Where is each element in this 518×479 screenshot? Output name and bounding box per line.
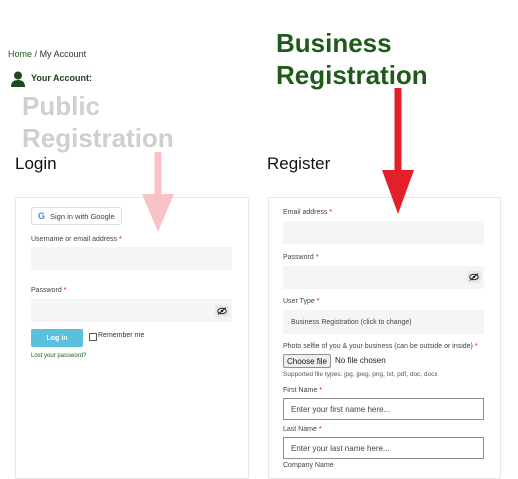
google-icon: G [38, 211, 46, 221]
business-annotation-line1: Business [276, 28, 392, 58]
username-input[interactable] [31, 247, 232, 270]
google-signin-label: Sign in with Google [50, 211, 115, 221]
required-mark: * [118, 236, 122, 243]
public-annotation-line1: Public [22, 91, 101, 121]
first-name-input[interactable]: Enter your first name here... [283, 398, 484, 420]
lost-password-link[interactable]: Lost your password? [31, 353, 86, 359]
last-name-label-text: Last Name [283, 426, 317, 433]
remember-me-label: Remember me [98, 332, 145, 339]
register-password-label-text: Password [283, 254, 314, 261]
photo-label: Photo selfie of you & your business (can… [283, 343, 478, 350]
account-label: Your Account: [31, 73, 92, 83]
breadcrumb-current: My Account [39, 49, 87, 59]
email-label-text: Email address [283, 209, 328, 216]
required-mark: * [319, 387, 322, 394]
login-password-input[interactable] [31, 299, 232, 322]
last-name-label: Last Name * [283, 426, 322, 433]
required-mark: * [318, 426, 322, 433]
business-arrow-icon [382, 88, 414, 214]
file-status: No file chosen [335, 356, 386, 365]
first-name-label-text: First Name [283, 387, 318, 394]
register-password-input[interactable] [283, 266, 484, 289]
google-signin-button[interactable]: G Sign in with Google [31, 207, 122, 225]
last-name-input[interactable]: Enter your last name here... [283, 437, 484, 459]
login-heading: Login [15, 154, 57, 173]
photo-label-text: Photo selfie of you & your business (can… [283, 343, 473, 350]
breadcrumb: Home / My Account [8, 49, 86, 59]
first-name-label: First Name * [283, 387, 322, 394]
public-arrow-icon [142, 152, 174, 232]
business-annotation-line2: Registration [276, 60, 428, 90]
choose-file-button[interactable]: Choose file [283, 354, 331, 368]
remember-me-checkbox[interactable] [89, 333, 97, 341]
required-mark: * [329, 209, 333, 216]
required-mark: * [316, 298, 320, 305]
user-type-select[interactable]: Business Registration (click to change) [283, 310, 484, 334]
username-label-text: Username or email address [31, 236, 117, 243]
required-mark: * [315, 254, 319, 261]
file-types-hint: Supported file types: jpg, jpeg, png, tx… [283, 371, 438, 378]
email-input[interactable] [283, 221, 484, 244]
login-password-label-text: Password [31, 287, 62, 294]
user-type-label-text: User Type [283, 298, 315, 305]
username-label: Username or email address * [31, 236, 122, 243]
eye-slash-icon [217, 307, 227, 315]
login-button[interactable]: Log in [31, 329, 83, 347]
register-password-label: Password * [283, 254, 318, 261]
user-icon [11, 71, 25, 87]
breadcrumb-separator: / [34, 49, 38, 59]
breadcrumb-home-link[interactable]: Home [8, 49, 32, 59]
public-annotation-line2: Registration [22, 123, 174, 153]
user-type-label: User Type * [283, 298, 319, 305]
eye-slash-icon [469, 273, 479, 281]
register-heading: Register [267, 154, 331, 173]
toggle-register-password-visibility-button[interactable] [467, 271, 481, 283]
login-password-label: Password * [31, 287, 66, 294]
business-registration-annotation: Business Registration [276, 27, 428, 91]
email-label: Email address * [283, 209, 332, 216]
required-mark: * [474, 343, 478, 350]
public-registration-annotation: Public Registration [22, 90, 174, 154]
toggle-password-visibility-button[interactable] [215, 305, 229, 317]
required-mark: * [63, 287, 67, 294]
